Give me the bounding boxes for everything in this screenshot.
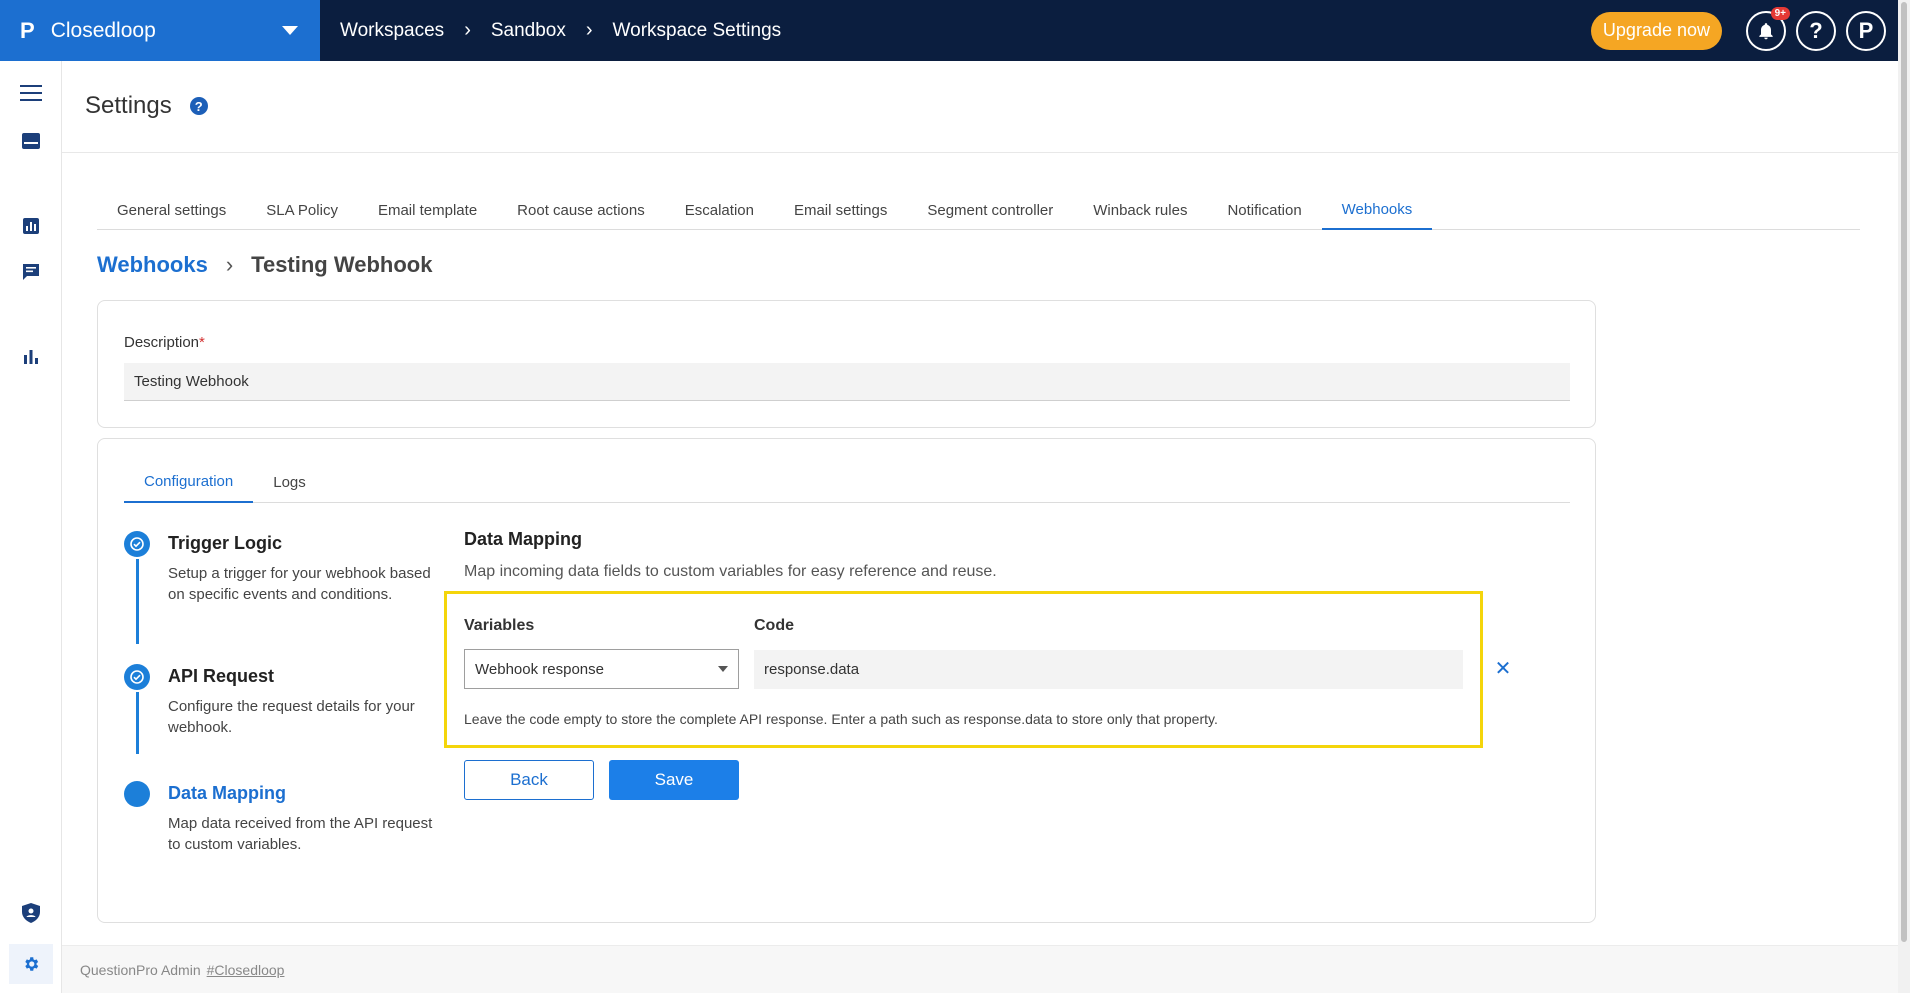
- breadcrumb-webhooks-link[interactable]: Webhooks: [97, 252, 208, 278]
- upgrade-button[interactable]: Upgrade now: [1590, 11, 1722, 50]
- top-bar: P Closedloop Workspaces › Sandbox › Work…: [0, 0, 1898, 61]
- step-complete-icon: [124, 531, 150, 557]
- variable-select[interactable]: Webhook response: [464, 649, 739, 689]
- left-rail: [0, 61, 62, 993]
- description-input[interactable]: [124, 363, 1570, 401]
- bell-icon: [1759, 22, 1773, 39]
- bar-chart-icon[interactable]: [19, 214, 43, 238]
- closedloop-logo-icon: P: [20, 17, 35, 43]
- config-subtabs: Configuration Logs: [124, 461, 1570, 503]
- tab-email-template[interactable]: Email template: [358, 190, 497, 230]
- tab-winback-rules[interactable]: Winback rules: [1073, 190, 1207, 230]
- step-description: Map data received from the API request t…: [168, 815, 433, 853]
- breadcrumb-sandbox[interactable]: Sandbox: [491, 20, 566, 42]
- variables-header: Variables: [464, 617, 535, 634]
- profile-avatar[interactable]: P: [1846, 10, 1886, 51]
- subtab-logs[interactable]: Logs: [253, 461, 326, 503]
- top-actions: Upgrade now 9+ ? P: [1590, 6, 1886, 51]
- brand-name: Closedloop: [50, 18, 156, 42]
- page-title: Settings ?: [85, 92, 208, 120]
- description-card: Description*: [97, 300, 1596, 428]
- tab-segment-controller[interactable]: Segment controller: [907, 190, 1073, 230]
- menu-icon[interactable]: [19, 81, 43, 105]
- step-connector: [136, 559, 139, 644]
- step-current-icon: [124, 781, 150, 807]
- subtab-configuration[interactable]: Configuration: [124, 461, 254, 503]
- notifications-button[interactable]: 9+: [1746, 6, 1790, 51]
- tab-root-cause-actions[interactable]: Root cause actions: [497, 190, 665, 230]
- data-mapping-subtitle: Map incoming data fields to custom varia…: [464, 563, 997, 580]
- footer-link[interactable]: #Closedloop: [207, 962, 285, 978]
- save-button[interactable]: Save: [609, 760, 739, 800]
- variable-select-value: Webhook response: [475, 660, 604, 678]
- step-description: Setup a trigger for your webhook based o…: [168, 565, 431, 603]
- chevron-right-icon: ›: [585, 19, 593, 41]
- breadcrumb-workspaces[interactable]: Workspaces: [340, 20, 444, 42]
- caret-down-icon: [718, 666, 728, 672]
- code-header: Code: [754, 617, 794, 634]
- shield-user-icon[interactable]: [19, 901, 43, 925]
- help-icon[interactable]: ?: [189, 97, 208, 115]
- code-hint: Leave the code empty to store the comple…: [464, 711, 1218, 727]
- footer-text: QuestionPro Admin: [80, 961, 201, 978]
- breadcrumb-current: Testing Webhook: [251, 252, 433, 277]
- page-title-text: Settings: [85, 92, 172, 119]
- chevron-right-icon: ›: [225, 252, 234, 277]
- vertical-scrollbar[interactable]: [1898, 0, 1910, 993]
- inbox-icon[interactable]: [19, 129, 43, 153]
- description-label: Description*: [124, 334, 205, 351]
- tab-escalation[interactable]: Escalation: [665, 190, 774, 230]
- code-input[interactable]: [754, 650, 1463, 689]
- required-marker: *: [199, 334, 205, 351]
- settings-tabs: General settings SLA Policy Email templa…: [97, 190, 1860, 230]
- step-connector: [136, 692, 139, 754]
- tab-email-settings[interactable]: Email settings: [774, 190, 907, 230]
- notification-badge: 9+: [1770, 6, 1790, 20]
- webhook-breadcrumb: Webhooks › Testing Webhook: [97, 252, 432, 278]
- tab-notification[interactable]: Notification: [1207, 190, 1321, 230]
- breadcrumb-workspace-settings[interactable]: Workspace Settings: [613, 20, 782, 42]
- tab-sla-policy[interactable]: SLA Policy: [246, 190, 358, 230]
- chevron-right-icon: ›: [464, 19, 471, 41]
- tab-general-settings[interactable]: General settings: [97, 190, 246, 230]
- message-icon[interactable]: [19, 260, 43, 284]
- settings-icon[interactable]: [9, 944, 53, 984]
- scrollbar-thumb[interactable]: [1901, 2, 1907, 942]
- back-button[interactable]: Back: [464, 760, 594, 800]
- step-description: Configure the request details for your w…: [168, 698, 415, 736]
- step-complete-icon: [124, 664, 150, 690]
- step-title: Trigger Logic: [168, 533, 283, 553]
- step-title: API Request: [168, 666, 275, 686]
- data-mapping-title: Data Mapping: [464, 529, 583, 549]
- configuration-card: Configuration Logs Trigger Logic Setup a…: [97, 438, 1596, 923]
- help-button[interactable]: ?: [1796, 10, 1836, 51]
- description-label-text: Description: [124, 334, 200, 351]
- tab-webhooks[interactable]: Webhooks: [1321, 190, 1433, 230]
- footer: QuestionPro Admin #Closedloop: [62, 945, 1898, 993]
- breadcrumb: Workspaces › Sandbox › Workspace Setting…: [320, 19, 781, 42]
- close-icon[interactable]: ✕: [1493, 658, 1513, 680]
- chevron-down-icon: [282, 26, 298, 35]
- workspace-switcher[interactable]: P Closedloop: [0, 0, 320, 61]
- analytics-icon[interactable]: [19, 345, 43, 369]
- step-title: Data Mapping: [168, 783, 287, 803]
- title-divider: [62, 152, 1898, 153]
